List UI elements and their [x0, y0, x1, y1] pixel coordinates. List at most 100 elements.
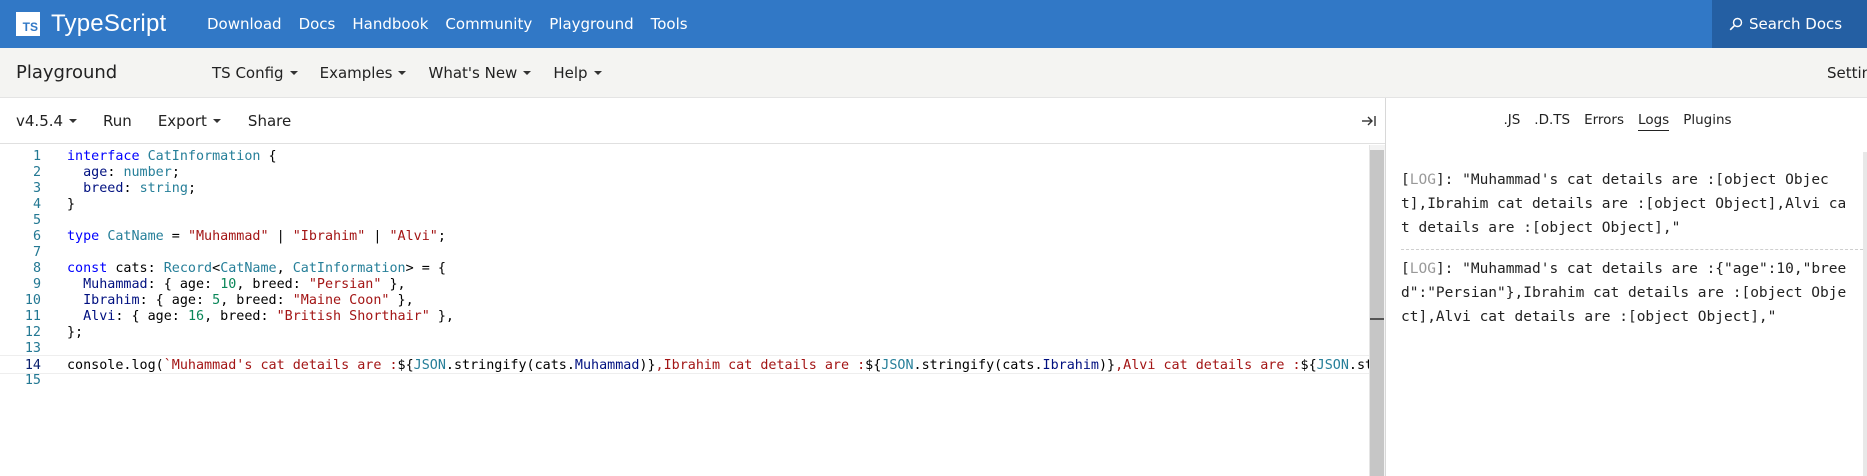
caret-down-icon: [523, 70, 532, 75]
nav-link-handbook[interactable]: Handbook: [352, 15, 428, 33]
log-tag: LOG: [1409, 172, 1436, 188]
log-text: "Muhammad's cat details are :{"age":10,"…: [1401, 261, 1847, 325]
code-token: CatInformation: [292, 261, 406, 276]
code-token: const: [67, 261, 116, 276]
code-token: "British Shorthair": [276, 309, 430, 324]
code-token: };: [67, 325, 84, 340]
code-token: "Muhammad": [187, 229, 269, 244]
code-token: 16: [187, 309, 205, 324]
search-docs-label: Search Docs: [1749, 15, 1843, 33]
code-token: , breed:: [204, 309, 277, 324]
code-token: > = {: [405, 261, 446, 276]
code-token: <: [212, 261, 221, 276]
top-navbar: TS TypeScript Download Docs Handbook Com…: [0, 0, 1867, 48]
editor-scrollbar-thumb[interactable]: [1370, 150, 1384, 476]
log-entry: [LOG]: "Muhammad's cat details are :[obj…: [1401, 172, 1847, 236]
code-token: "Ibrahim": [292, 229, 366, 244]
code-token: : { age:: [115, 309, 188, 324]
log-text: "Muhammad's cat details are :[object Obj…: [1401, 172, 1847, 236]
caret-down-icon: [289, 70, 298, 75]
code-token: Ibrahim: [67, 293, 140, 308]
code-token: Muhammad: [67, 277, 148, 292]
version-label: v4.5.4: [16, 111, 64, 130]
brand-name: TypeScript: [51, 10, 167, 37]
code-token: }: [67, 197, 76, 212]
caret-down-icon: [398, 70, 407, 75]
main-nav-links: Download Docs Handbook Community Playgro…: [207, 0, 705, 48]
code-token: },: [381, 277, 406, 292]
version-select[interactable]: v4.5.4: [16, 111, 78, 130]
code-token: |: [268, 229, 293, 244]
menu-whats-new[interactable]: What's New: [428, 63, 532, 82]
menu-ts-config[interactable]: TS Config: [212, 64, 298, 82]
brand-logo-link[interactable]: TS TypeScript: [0, 0, 193, 48]
log-tag: LOG: [1409, 261, 1436, 277]
code-token: },: [389, 293, 414, 308]
code-token: Alvi: [67, 309, 116, 324]
code-token: , breed:: [236, 277, 309, 292]
code-token: "Persian": [308, 277, 382, 292]
typescript-logo-icon: TS: [16, 12, 40, 36]
menu-help-label: Help: [553, 63, 588, 82]
code-token: :: [107, 165, 124, 180]
code-token: "Alvi": [389, 229, 438, 244]
code-token: number: [123, 165, 172, 180]
tab-plugins[interactable]: Plugins: [1683, 112, 1731, 131]
caret-down-icon: [212, 118, 221, 123]
run-button[interactable]: Run: [103, 112, 132, 130]
menu-examples-label: Examples: [319, 63, 393, 82]
caret-down-icon: [69, 118, 78, 123]
code-token: ;: [437, 229, 446, 244]
tab-js[interactable]: .JS: [1503, 112, 1520, 131]
tab-logs[interactable]: Logs: [1638, 112, 1670, 131]
editor-toolbar: v4.5.4 Run Export Share: [0, 98, 1385, 144]
code-token: CatInformation: [147, 149, 261, 164]
menu-whats-new-label: What's New: [428, 63, 518, 82]
log-separator: [1401, 249, 1863, 250]
nav-link-playground[interactable]: Playground: [549, 15, 633, 33]
menu-examples[interactable]: Examples: [320, 64, 407, 82]
code-token: {: [260, 149, 277, 164]
code-token: ;: [171, 165, 180, 180]
nav-link-tools[interactable]: Tools: [651, 15, 688, 33]
output-scrollbar[interactable]: [1863, 152, 1867, 476]
search-icon: [1729, 17, 1743, 31]
playground-subnav: Playground TS Config Examples What's New…: [0, 48, 1867, 98]
code-token: CatName: [107, 229, 164, 244]
code-token: ,: [276, 261, 293, 276]
line-number: 15: [24, 373, 41, 388]
nav-link-community[interactable]: Community: [445, 15, 532, 33]
code-editor[interactable]: 1 interface CatInformation {2 age: number…: [0, 145, 1370, 476]
log-entry: [LOG]: "Muhammad's cat details are :{"ag…: [1401, 261, 1847, 325]
code-token: =: [163, 229, 188, 244]
menu-help[interactable]: Help: [553, 63, 602, 82]
share-button[interactable]: Share: [248, 112, 291, 130]
editor-scrollbar-cursor-marker: [1370, 318, 1384, 320]
code-line[interactable]: 15: [0, 371, 1370, 390]
tab-errors[interactable]: Errors: [1584, 112, 1624, 131]
nav-link-docs[interactable]: Docs: [299, 15, 336, 33]
code-token: type: [67, 229, 108, 244]
caret-down-icon: [593, 70, 602, 75]
code-token: Record: [163, 261, 213, 276]
code-token: 5: [212, 293, 221, 308]
panel-divider[interactable]: [1385, 98, 1386, 476]
code-token: ;: [187, 181, 196, 196]
export-label: Export: [157, 111, 207, 130]
settings-link[interactable]: Settings: [1827, 48, 1867, 98]
code-token: 10: [220, 277, 237, 292]
menu-ts-config-label: TS Config: [212, 63, 284, 82]
export-menu[interactable]: Export: [158, 112, 221, 130]
code-token: :: [123, 181, 140, 196]
code-token: CatName: [220, 261, 277, 276]
output-tabs: .JS .D.TS Errors Logs Plugins: [1386, 98, 1867, 144]
code-token: },: [429, 309, 454, 324]
nav-link-download[interactable]: Download: [207, 15, 282, 33]
playground-menus: TS Config Examples What's New Help: [212, 64, 624, 82]
page-title: Playground: [16, 62, 118, 83]
code-token: : { age:: [147, 277, 221, 292]
code-token: string: [139, 181, 188, 196]
tab-dts[interactable]: .D.TS: [1534, 112, 1570, 131]
search-docs-button[interactable]: Search Docs: [1712, 0, 1867, 48]
collapse-sidebar-icon[interactable]: [1361, 114, 1377, 128]
